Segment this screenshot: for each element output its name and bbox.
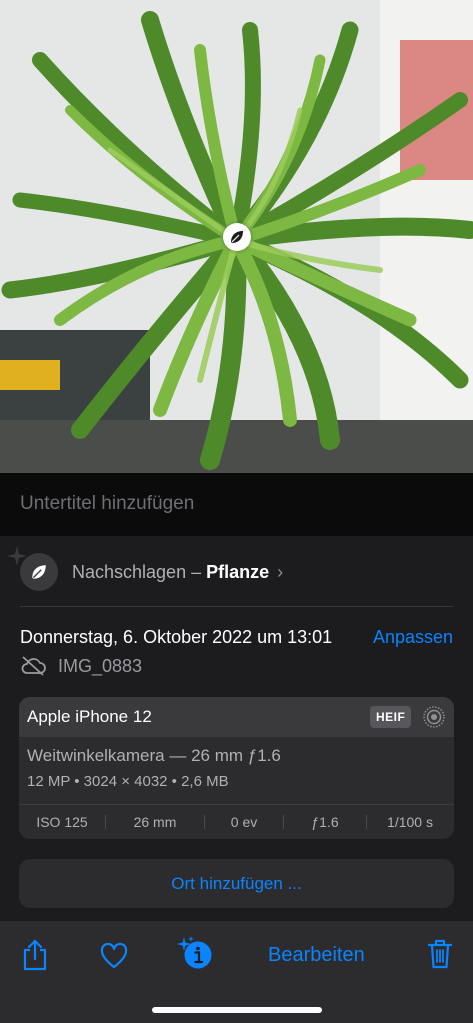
photo-view[interactable] <box>0 0 473 473</box>
cloud-off-icon <box>21 656 46 676</box>
trash-icon[interactable] <box>427 938 453 970</box>
caption-placeholder[interactable]: Untertitel hinzufügen <box>20 493 194 515</box>
add-location-button[interactable]: Ort hinzufügen ... <box>19 859 454 908</box>
heart-icon[interactable] <box>100 943 128 969</box>
lookup-leaf-button[interactable] <box>20 553 58 591</box>
edit-button[interactable]: Bearbeiten <box>268 944 365 967</box>
leaf-icon <box>231 231 243 243</box>
exif-iso: ISO 125 <box>36 814 88 830</box>
file-name: IMG_0883 <box>58 656 143 676</box>
image-specs: 12 MP • 3024 × 4032 • 2,6 MB <box>27 773 229 790</box>
live-photo-icon[interactable] <box>422 705 446 729</box>
exif-row: ISO 125 26 mm 0 ev ƒ1.6 1/100 s <box>19 805 454 839</box>
chevron-right-icon: › <box>277 562 284 582</box>
info-sparkle-icon[interactable] <box>176 936 214 970</box>
visual-lookup-badge[interactable] <box>223 223 251 251</box>
lookup-subject: Pflanze <box>206 562 270 582</box>
format-badge: HEIF <box>370 706 412 728</box>
adjust-button[interactable]: Anpassen <box>373 627 453 648</box>
lookup-label: Nachschlagen – <box>72 562 202 582</box>
photo-date: Donnerstag, 6. Oktober 2022 um 13:01 <box>20 627 333 647</box>
exif-focal-length: 26 mm <box>133 814 177 830</box>
camera-info-card: Apple iPhone 12 HEIF Weitwinkelkamera — … <box>19 697 454 839</box>
home-indicator[interactable] <box>152 1007 322 1013</box>
device-name: Apple iPhone 12 <box>27 707 152 726</box>
divider <box>20 606 453 607</box>
lens-info: Weitwinkelkamera — 26 mm ƒ1.6 <box>27 746 281 765</box>
share-icon[interactable] <box>21 938 49 972</box>
lookup-row[interactable]: Nachschlagen – Pflanze › <box>72 562 283 583</box>
exif-exposure-bias: 0 ev <box>230 814 258 830</box>
exif-shutter-speed: 1/100 s <box>387 814 433 830</box>
exif-aperture: ƒ1.6 <box>311 814 339 830</box>
leaf-icon <box>32 565 46 579</box>
